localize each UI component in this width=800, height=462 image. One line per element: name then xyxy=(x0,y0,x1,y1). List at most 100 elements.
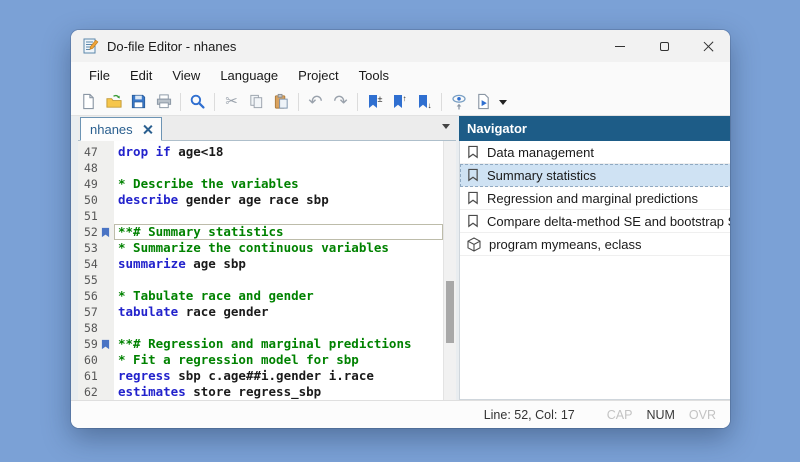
toolbar-separator xyxy=(180,93,181,111)
navigator-item[interactable]: Compare delta-method SE and bootstrap SE… xyxy=(460,210,730,233)
maximize-icon xyxy=(660,42,669,51)
line-number: 61 xyxy=(78,368,114,384)
toolbar-separator xyxy=(214,93,215,111)
find-icon[interactable] xyxy=(185,90,210,114)
close-button[interactable] xyxy=(686,30,730,62)
line-number: 48 xyxy=(78,160,114,176)
code-line-62[interactable]: estimates store regress_sbp xyxy=(114,384,443,400)
cut-icon[interactable]: ✂ xyxy=(219,90,244,114)
navigator-item[interactable]: Regression and marginal predictions xyxy=(460,187,730,210)
code-line-54[interactable]: summarize age sbp xyxy=(114,256,443,272)
do-icon[interactable] xyxy=(471,90,496,114)
do-file-editor-icon xyxy=(81,37,99,55)
code-line-55[interactable] xyxy=(114,272,443,288)
tab-bar: nhanes xyxy=(78,116,456,141)
editor-scrollbar-thumb[interactable] xyxy=(446,281,454,343)
new-file-icon[interactable] xyxy=(76,90,101,114)
menu-bar: FileEditViewLanguageProjectTools xyxy=(71,62,730,88)
tab-list-dropdown-icon[interactable] xyxy=(442,124,450,133)
navigator-item[interactable]: Data management xyxy=(460,141,730,164)
paste-icon[interactable] xyxy=(269,90,294,114)
code-line-53[interactable]: * Summarize the continuous variables xyxy=(114,240,443,256)
line-number: 57 xyxy=(78,304,114,320)
code-line-48[interactable] xyxy=(114,160,443,176)
svg-text:±: ± xyxy=(377,94,382,104)
code-line-49[interactable]: * Describe the variables xyxy=(114,176,443,192)
line-number: 59 xyxy=(78,336,114,352)
navigator-item[interactable]: Summary statistics xyxy=(460,164,730,187)
tab-close-icon[interactable] xyxy=(143,125,152,134)
line-number: 54 xyxy=(78,256,114,272)
open-file-icon[interactable] xyxy=(101,90,126,114)
menu-edit[interactable]: Edit xyxy=(120,65,162,86)
program-icon xyxy=(467,237,481,252)
redo-icon[interactable]: ↷ xyxy=(328,90,353,114)
navigator-item[interactable]: program mymeans, eclass xyxy=(460,233,730,256)
copy-icon[interactable] xyxy=(244,90,269,114)
status-indicators: CAP NUM OVR xyxy=(593,408,716,422)
maximize-button[interactable] xyxy=(642,30,686,62)
editor-gutter: 47484950515253545556575859606162 xyxy=(78,141,114,400)
menu-view[interactable]: View xyxy=(162,65,210,86)
bookmark-previous-icon[interactable]: ↑ xyxy=(387,90,412,114)
bookmark-icon xyxy=(467,168,479,182)
code-line-57[interactable]: tabulate race gender xyxy=(114,304,443,320)
line-number: 49 xyxy=(78,176,114,192)
close-icon xyxy=(703,41,714,52)
svg-text:↑: ↑ xyxy=(402,94,406,103)
bookmark-icon xyxy=(467,191,479,205)
code-line-50[interactable]: describe gender age race sbp xyxy=(114,192,443,208)
editor-code[interactable]: drop if age<18 * Describe the variablesde… xyxy=(114,141,443,400)
toolbar-separator xyxy=(441,93,442,111)
tab-label: nhanes xyxy=(90,122,133,137)
bookmark-icon xyxy=(467,214,479,228)
minimize-icon xyxy=(615,46,625,47)
code-line-56[interactable]: * Tabulate race and gender xyxy=(114,288,443,304)
navigator-title: Navigator xyxy=(467,121,527,136)
editor-scrollbar[interactable] xyxy=(443,141,456,400)
indicator-cap: CAP xyxy=(607,408,633,422)
navigator-item-label: Regression and marginal predictions xyxy=(487,191,698,206)
line-number: 60 xyxy=(78,352,114,368)
desktop-background: Do-file Editor - nhanes FileEditViewLang… xyxy=(0,0,800,462)
bookmark-icon xyxy=(467,145,479,159)
print-icon[interactable] xyxy=(151,90,176,114)
menu-file[interactable]: File xyxy=(79,65,120,86)
toolbar-separator xyxy=(357,93,358,111)
navigator-panel: Navigator Data managementSummary statist… xyxy=(459,116,730,400)
code-line-47[interactable]: drop if age<18 xyxy=(114,144,443,160)
code-line-61[interactable]: regress sbp c.age##i.gender i.race xyxy=(114,368,443,384)
code-line-51[interactable] xyxy=(114,208,443,224)
navigator-list: Data managementSummary statistics Regress… xyxy=(459,141,730,400)
line-number: 52 xyxy=(78,224,114,240)
menu-project[interactable]: Project xyxy=(288,65,348,86)
menu-tools[interactable]: Tools xyxy=(349,65,399,86)
code-line-52[interactable]: **# Summary statistics xyxy=(114,224,443,240)
code-line-60[interactable]: * Fit a regression model for sbp xyxy=(114,352,443,368)
save-file-icon[interactable] xyxy=(126,90,151,114)
main-area: nhanes 47484950515253545556575859606162 … xyxy=(71,116,730,400)
menu-language[interactable]: Language xyxy=(210,65,288,86)
line-number: 50 xyxy=(78,192,114,208)
line-number: 51 xyxy=(78,208,114,224)
gutter-bookmark-icon xyxy=(101,339,110,350)
indicator-ovr: OVR xyxy=(689,408,716,422)
svg-text:↓: ↓ xyxy=(427,101,431,110)
bookmark-next-icon[interactable]: ↓ xyxy=(412,90,437,114)
bookmark-toggle-icon[interactable]: ± xyxy=(362,90,387,114)
minimize-button[interactable] xyxy=(598,30,642,62)
tab-nhanes[interactable]: nhanes xyxy=(80,117,162,141)
line-number: 55 xyxy=(78,272,114,288)
cursor-position: Line: 52, Col: 17 xyxy=(484,408,575,422)
code-line-59[interactable]: **# Regression and marginal predictions xyxy=(114,336,443,352)
indicator-num: NUM xyxy=(646,408,674,422)
title-bar[interactable]: Do-file Editor - nhanes xyxy=(71,30,730,62)
run-icon[interactable] xyxy=(446,90,471,114)
code-line-58[interactable] xyxy=(114,320,443,336)
undo-icon[interactable]: ↶ xyxy=(303,90,328,114)
navigator-item-label: program mymeans, eclass xyxy=(489,237,641,252)
navigator-item-label: Compare delta-method SE and bootstrap SE… xyxy=(487,214,730,229)
line-number: 56 xyxy=(78,288,114,304)
line-number: 62 xyxy=(78,384,114,400)
do-dropdown-icon[interactable] xyxy=(496,90,509,114)
